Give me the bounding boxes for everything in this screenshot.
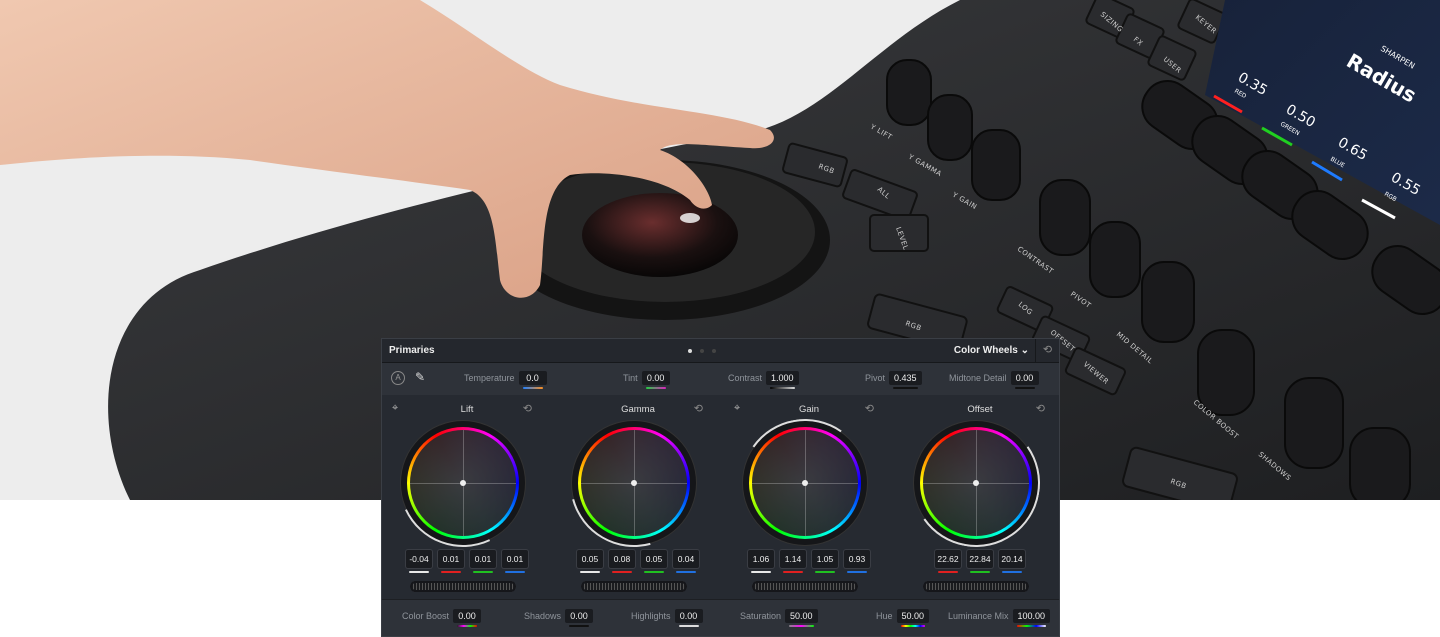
saturation-field[interactable]: Saturation 50.00	[740, 609, 818, 627]
top-controls: A ✎ Temperature 0.0 Tint 0.00 Contrast 1.00…	[382, 363, 1059, 395]
color-wheel[interactable]	[901, 408, 1051, 558]
color-wheel[interactable]	[380, 400, 546, 566]
shadows-field[interactable]: Shadows 0.00	[524, 609, 594, 627]
highlights-value[interactable]: 0.00	[674, 609, 703, 627]
primaries-panel: Primaries Color Wheels ⌄ ⟲ A ✎ Temperatu…	[380, 338, 1060, 637]
temperature-value[interactable]: 0.0	[518, 371, 547, 389]
value-green[interactable]: 0.05	[641, 550, 667, 573]
hue-label: Hue	[876, 611, 893, 621]
color-wheels: ⌖ Lift ⟲ -0.04 0.01 0.01 0.01 Gamma ⟲ 0.05 0.08 0.0…	[380, 395, 1059, 601]
value-green[interactable]: 1.05	[812, 550, 838, 573]
reset-icon[interactable]: ⟲	[523, 402, 532, 415]
bottom-controls: Color Boost 0.00 Shadows 0.00 Highlights 0.…	[382, 599, 1059, 636]
reset-icon[interactable]: ⟲	[1036, 402, 1045, 415]
value-white[interactable]: -0.04	[406, 550, 432, 573]
page-indicator[interactable]	[688, 349, 716, 353]
midtone-detail-label: Midtone Detail	[949, 373, 1007, 383]
page-dot-2[interactable]	[700, 349, 704, 353]
master-wheel-slider[interactable]	[410, 581, 516, 592]
reset-icon[interactable]: ⟲	[865, 402, 874, 415]
color-boost-field[interactable]: Color Boost 0.00	[402, 609, 482, 627]
master-wheel-slider[interactable]	[752, 581, 858, 592]
value-blue[interactable]: 0.01	[502, 550, 528, 573]
hue-field[interactable]: Hue 50.00	[876, 609, 930, 627]
color-wheel[interactable]	[546, 395, 722, 571]
saturation-value[interactable]: 50.00	[785, 609, 818, 627]
tint-label: Tint	[623, 373, 638, 383]
hue-ring	[578, 427, 690, 539]
highlights-label: Highlights	[631, 611, 671, 621]
shadows-value[interactable]: 0.00	[565, 609, 594, 627]
value-red[interactable]: 1.14	[780, 550, 806, 573]
page-dot-3[interactable]	[712, 349, 716, 353]
value-red[interactable]: 0.08	[609, 550, 635, 573]
wheel-values: 1.06 1.14 1.05 0.93	[724, 550, 894, 573]
wheel-handle[interactable]	[802, 480, 808, 486]
value-blue[interactable]: 0.04	[673, 550, 699, 573]
reset-icon[interactable]: ⟲	[1035, 339, 1059, 362]
midtone-detail-field[interactable]: Midtone Detail 0.00	[949, 371, 1039, 389]
wheel-values: -0.04 0.01 0.01 0.01	[382, 550, 552, 573]
wheel-gamma: Gamma ⟲ 0.05 0.08 0.05 0.04	[546, 395, 723, 601]
value-white[interactable]: 0.05	[577, 550, 603, 573]
contrast-label: Contrast	[728, 373, 763, 383]
page-dot-1[interactable]	[688, 349, 692, 353]
hue-ring	[920, 427, 1032, 539]
contrast-field[interactable]: Contrast 1.000	[728, 371, 799, 389]
shadows-label: Shadows	[524, 611, 562, 621]
reset-icon[interactable]: ⟲	[694, 402, 703, 415]
value-green[interactable]: 22.84	[967, 550, 993, 573]
temperature-label: Temperature	[464, 373, 515, 383]
wheel-handle[interactable]	[460, 480, 466, 486]
mode-label: Color Wheels	[953, 345, 1018, 356]
value-red[interactable]: 22.62	[935, 550, 961, 573]
luminance-mix-field[interactable]: Luminance Mix 100.00	[948, 609, 1051, 627]
luminance-mix-value[interactable]: 100.00	[1012, 609, 1051, 627]
value-blue[interactable]: 0.93	[844, 550, 870, 573]
tint-field[interactable]: Tint 0.00	[623, 371, 670, 389]
eyedropper-icon[interactable]: ✎	[415, 370, 425, 384]
pivot-value[interactable]: 0.435	[889, 371, 922, 389]
wheel-gain: ⌖ Gain ⟲ 1.06 1.14 1.05 0.93	[724, 395, 894, 601]
wheel-values: 0.05 0.08 0.05 0.04	[553, 550, 723, 573]
chevron-down-icon: ⌄	[1020, 345, 1029, 356]
wheel-offset: Offset ⟲ 22.62 22.84 20.14	[895, 395, 1065, 601]
contrast-value[interactable]: 1.000	[766, 371, 799, 389]
wheel-handle[interactable]	[631, 480, 637, 486]
panel-title: Primaries	[389, 345, 435, 356]
value-red[interactable]: 0.01	[438, 550, 464, 573]
luminance-mix-label: Luminance Mix	[948, 611, 1009, 621]
temperature-field[interactable]: Temperature 0.0	[464, 371, 547, 389]
midtone-detail-value[interactable]: 0.00	[1010, 371, 1039, 389]
hue-ring	[749, 427, 861, 539]
color-boost-value[interactable]: 0.00	[453, 609, 482, 627]
pivot-field[interactable]: Pivot 0.435	[865, 371, 922, 389]
auto-balance-icon[interactable]: A	[391, 371, 405, 385]
value-white[interactable]: 1.06	[748, 550, 774, 573]
wheel-values: 22.62 22.84 20.14	[895, 550, 1065, 573]
highlights-field[interactable]: Highlights 0.00	[631, 609, 703, 627]
hue-value[interactable]: 50.00	[896, 609, 930, 627]
tint-value[interactable]: 0.00	[641, 371, 670, 389]
value-blue[interactable]: 20.14	[999, 550, 1025, 573]
saturation-label: Saturation	[740, 611, 782, 621]
panel-header: Primaries Color Wheels ⌄ ⟲	[382, 339, 1059, 363]
value-green[interactable]: 0.01	[470, 550, 496, 573]
pivot-label: Pivot	[865, 373, 886, 383]
wheel-lift: ⌖ Lift ⟲ -0.04 0.01 0.01 0.01	[380, 395, 552, 601]
master-wheel-slider[interactable]	[923, 581, 1029, 592]
color-boost-label: Color Boost	[402, 611, 450, 621]
color-wheel[interactable]	[730, 408, 880, 558]
wheel-handle[interactable]	[973, 480, 979, 486]
hue-ring	[407, 427, 519, 539]
master-wheel-slider[interactable]	[581, 581, 687, 592]
mode-dropdown[interactable]: Color Wheels ⌄	[954, 345, 1029, 356]
